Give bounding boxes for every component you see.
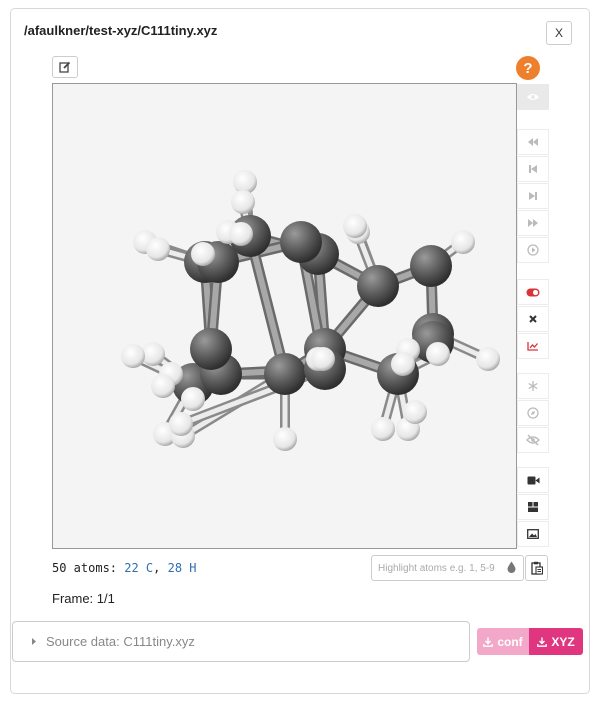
first-frame-button[interactable]: [517, 129, 549, 155]
frame-indicator: Frame: 1/1: [52, 591, 115, 606]
video-icon: [527, 476, 539, 484]
hydrogen-atom: [451, 230, 475, 254]
hydrogen-atom: [229, 222, 253, 246]
chart-button[interactable]: [517, 333, 549, 359]
hydrogen-atom: [273, 427, 297, 451]
cube-button[interactable]: [517, 494, 549, 520]
hydrogen-atom: [191, 242, 215, 266]
compass-icon: [527, 407, 539, 419]
next-frame-icon: [529, 192, 537, 200]
hydrogen-atom: [231, 190, 255, 214]
hydrogen-atom: [311, 347, 335, 371]
edit-icon: [59, 61, 71, 73]
hide-button[interactable]: [517, 427, 549, 453]
close-button[interactable]: X: [546, 21, 572, 45]
caret-right-icon: [32, 638, 36, 645]
close-icon: [529, 315, 537, 323]
carbon-atom: [357, 265, 399, 307]
prev-frame-icon: [529, 165, 537, 173]
record-video-button[interactable]: [517, 467, 549, 493]
carbon-atom: [264, 353, 306, 395]
chart-icon: [527, 342, 538, 351]
toggle-icon: [526, 288, 540, 296]
hydrogen-atom: [343, 214, 367, 238]
freeze-button[interactable]: [517, 373, 549, 399]
hydrogen-atom: [146, 237, 170, 261]
play-button[interactable]: [517, 237, 549, 263]
next-frame-button[interactable]: [517, 183, 549, 209]
edit-button[interactable]: [52, 56, 78, 78]
hydrogen-atom: [426, 342, 450, 366]
hydrogen-atom: [181, 387, 205, 411]
screenshot-button[interactable]: [517, 521, 549, 547]
hydrogen-atom: [371, 417, 395, 441]
hydrogen-atom: [169, 412, 193, 436]
carbon-atom: [410, 245, 452, 287]
download-icon: [483, 637, 494, 647]
highlight-atoms-input[interactable]: [371, 555, 524, 581]
atom-count: 50 atoms: 22 C, 28 H: [52, 561, 197, 575]
carbon-atom: [280, 221, 322, 263]
bond: [247, 233, 288, 377]
hydrogen-atom: [403, 400, 427, 424]
clear-button[interactable]: [517, 306, 549, 332]
molecule-viewer[interactable]: [52, 83, 517, 549]
cube-icon: [528, 502, 538, 512]
hydrogen-atom: [121, 344, 145, 368]
color-drop-icon[interactable]: [507, 561, 516, 573]
toggle-button[interactable]: [517, 279, 549, 305]
source-data-toggle[interactable]: Source data: C111tiny.xyz: [12, 621, 470, 662]
last-frame-icon: [528, 219, 538, 227]
play-icon: [527, 244, 539, 256]
orientation-button[interactable]: [517, 400, 549, 426]
snowflake-icon: [528, 381, 538, 391]
carbon-count-link[interactable]: 22 C: [124, 561, 153, 575]
molecule-render: [121, 170, 500, 451]
carbon-atom: [190, 328, 232, 370]
download-conf-button[interactable]: conf: [477, 628, 529, 655]
download-xyz-button[interactable]: XYZ: [529, 628, 583, 655]
file-title: /afaulkner/test-xyz/C111tiny.xyz: [24, 23, 218, 38]
help-button[interactable]: ?: [516, 56, 540, 80]
paste-button[interactable]: [525, 555, 548, 581]
last-frame-button[interactable]: [517, 210, 549, 236]
hydrogen-atom: [391, 352, 415, 376]
clipboard-icon: [530, 561, 543, 575]
prev-frame-button[interactable]: [517, 156, 549, 182]
image-icon: [527, 529, 539, 539]
download-icon: [537, 637, 548, 647]
hydrogen-atom: [476, 347, 500, 371]
eye-icon: [527, 94, 539, 100]
first-frame-icon: [528, 138, 538, 146]
eye-slash-icon: [526, 434, 540, 446]
hydrogen-atom: [151, 374, 175, 398]
source-data-label: Source data: C111tiny.xyz: [46, 634, 195, 649]
hydrogen-count-link[interactable]: 28 H: [168, 561, 197, 575]
toggle-visibility-button[interactable]: [517, 84, 549, 110]
